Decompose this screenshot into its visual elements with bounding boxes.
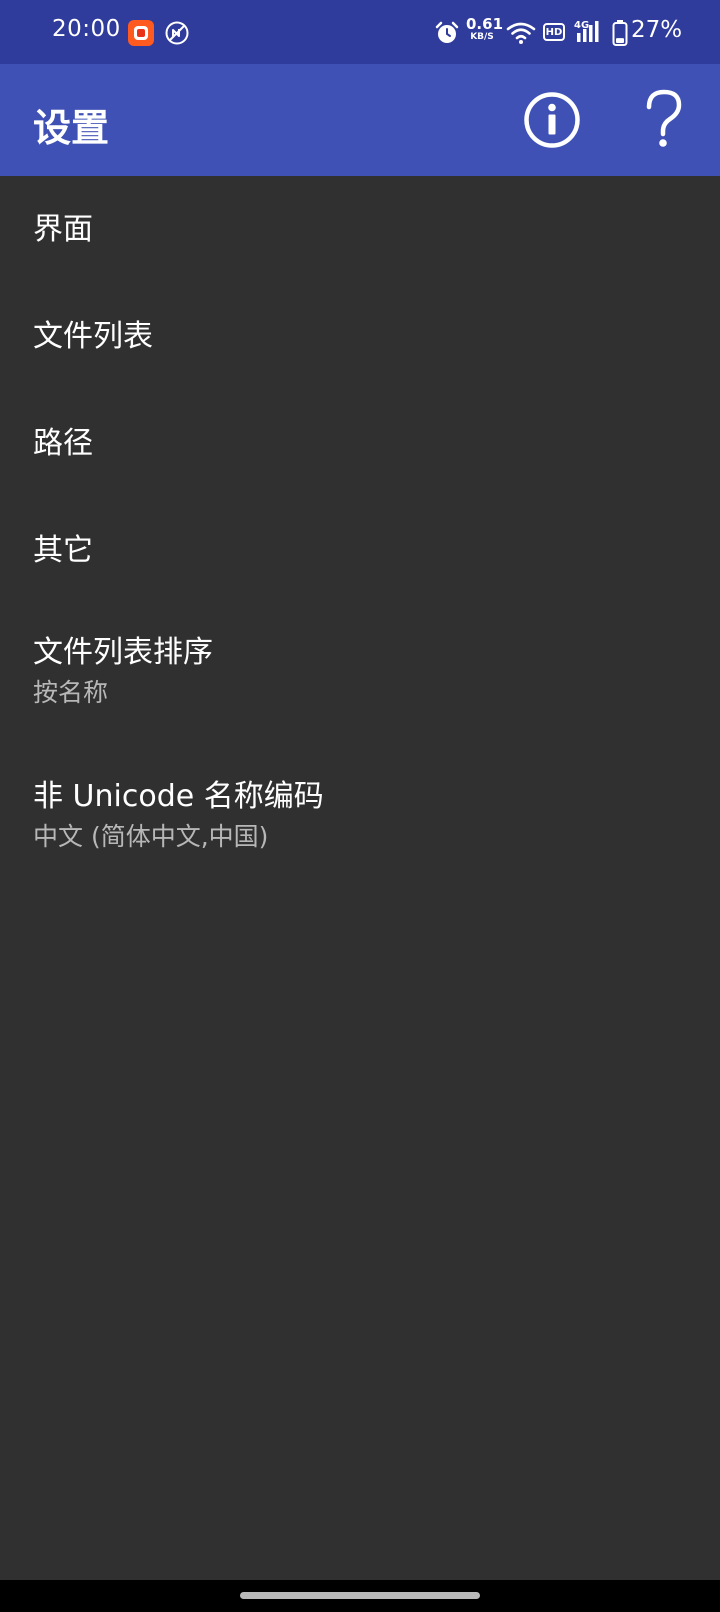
pref-title: 路径 <box>33 426 93 461</box>
home-gesture-handle[interactable] <box>240 1592 480 1599</box>
status-bar: 20:00 0.61 KB/S HD 4G 27% <box>0 0 720 64</box>
signal-icon: 4G <box>574 20 599 42</box>
battery-percent: 27% <box>631 17 683 43</box>
pref-interface[interactable]: 界面 <box>0 176 720 283</box>
help-icon <box>646 89 682 147</box>
pref-title: 界面 <box>33 212 93 247</box>
wifi-icon <box>506 22 536 44</box>
info-button[interactable] <box>522 90 582 150</box>
pref-file-list[interactable]: 文件列表 <box>0 283 720 390</box>
pref-summary: 中文 (简体中文,中国) <box>33 822 269 851</box>
net-speed-unit: KB/S <box>470 32 494 42</box>
page-title: 设置 <box>33 106 110 150</box>
pref-other[interactable]: 其它 <box>0 497 720 604</box>
pref-title: 文件列表 <box>33 319 153 354</box>
info-icon <box>524 92 580 148</box>
pref-title: 非 Unicode 名称编码 <box>33 779 324 814</box>
hd-icon: HD <box>543 23 565 41</box>
battery-icon <box>612 20 628 46</box>
pref-file-list-sort[interactable]: 文件列表排序 按名称 <box>0 604 720 748</box>
nfc-off-icon <box>165 21 189 45</box>
app-bar: 设置 <box>0 64 720 176</box>
network-type-label: 4G <box>574 20 589 31</box>
pref-summary: 按名称 <box>33 678 109 707</box>
pref-title: 文件列表排序 <box>33 635 213 670</box>
alarm-icon <box>435 21 459 43</box>
pref-title: 其它 <box>33 533 93 568</box>
network-speed: 0.61 KB/S <box>466 15 504 42</box>
app-notification-icon <box>128 20 154 46</box>
navigation-bar <box>0 1580 720 1612</box>
net-speed-value: 0.61 <box>466 15 504 33</box>
settings-list: 界面 文件列表 路径 其它 文件列表排序 按名称 非 Unicode 名称编码 … <box>0 176 720 892</box>
help-button[interactable] <box>634 88 694 152</box>
pref-non-unicode-encoding[interactable]: 非 Unicode 名称编码 中文 (简体中文,中国) <box>0 748 720 892</box>
pref-path[interactable]: 路径 <box>0 390 720 497</box>
status-time: 20:00 <box>52 16 121 42</box>
